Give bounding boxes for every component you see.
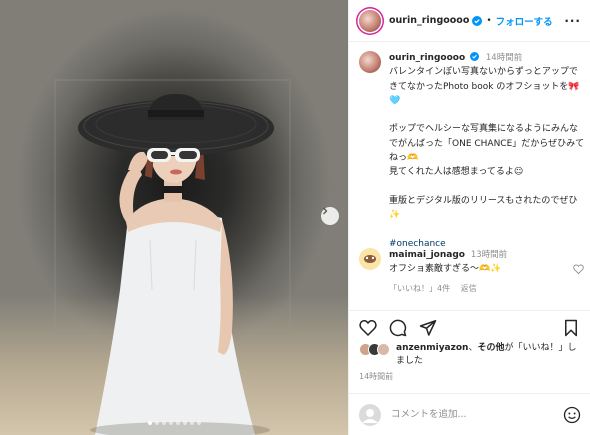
liker-avatar bbox=[377, 343, 390, 356]
comments-scroll-area[interactable]: ourin_ringoooo 14時間前 バレンタインぽい写真ないからずっとアッ… bbox=[349, 43, 590, 305]
liker-username[interactable]: anzenmiyazon bbox=[396, 343, 468, 353]
slide-indicator bbox=[0, 421, 348, 425]
follow-button[interactable]: フォローする bbox=[496, 14, 553, 28]
slide-dot bbox=[168, 421, 173, 425]
post-side-panel: ourin_ringoooo • フォローする ··· ourin_ringoo… bbox=[348, 0, 590, 435]
slide-dot bbox=[189, 421, 194, 425]
verified-badge-icon bbox=[470, 52, 480, 61]
bird-logo-icon bbox=[364, 255, 376, 263]
comment-input[interactable] bbox=[391, 409, 541, 420]
heart-icon[interactable] bbox=[359, 319, 377, 336]
reply-button[interactable]: 返信 bbox=[461, 284, 477, 293]
current-user-avatar bbox=[359, 403, 381, 426]
likes-others-link[interactable]: その他 bbox=[477, 343, 504, 353]
comment-time: 13時間前 bbox=[470, 250, 508, 260]
slide-dot bbox=[154, 421, 159, 425]
caption-time: 14時間前 bbox=[485, 53, 523, 63]
commenter-avatar[interactable] bbox=[359, 248, 381, 270]
share-icon[interactable] bbox=[419, 319, 437, 336]
commenter-username[interactable]: maimai_jonago bbox=[389, 250, 465, 260]
emoji-icon[interactable] bbox=[563, 406, 581, 424]
post-header: ourin_ringoooo • フォローする ··· bbox=[349, 0, 590, 42]
slide-dot bbox=[161, 421, 166, 425]
slide-dot bbox=[182, 421, 187, 425]
photo-illustration bbox=[54, 79, 291, 435]
comment-icon[interactable] bbox=[389, 319, 407, 337]
choker bbox=[162, 186, 184, 193]
add-comment-bar bbox=[349, 393, 590, 435]
likes-summary[interactable]: anzenmiyazon、その他が「いいね！」しました bbox=[359, 342, 584, 368]
next-slide-button[interactable] bbox=[321, 207, 339, 225]
caption-username[interactable]: ourin_ringoooo bbox=[389, 53, 465, 63]
next-arrow-icon bbox=[323, 207, 328, 215]
more-options-button[interactable]: ··· bbox=[564, 14, 581, 28]
comment-like-heart-icon[interactable] bbox=[573, 264, 584, 274]
slide-dot bbox=[196, 421, 201, 425]
header-separator: • bbox=[486, 15, 492, 26]
header-username[interactable]: ourin_ringoooo bbox=[389, 15, 469, 26]
caption-text: バレンタインぽい写真ないからずっとアップできてなかったPhoto book のオ… bbox=[389, 67, 585, 221]
comment-like-count[interactable]: 「いいね！」4件 bbox=[389, 284, 450, 293]
author-avatar[interactable] bbox=[359, 9, 381, 32]
verified-badge-icon bbox=[472, 15, 483, 26]
default-avatar-icon bbox=[362, 408, 378, 423]
caption-avatar[interactable] bbox=[359, 51, 381, 73]
comment-text: オフショ素敵すぎる〜🫶✨ bbox=[389, 264, 502, 274]
liker-avatars bbox=[359, 343, 390, 368]
post-timestamp[interactable]: 14時間前 bbox=[359, 371, 393, 382]
slide-dot bbox=[175, 421, 180, 425]
post-photo[interactable] bbox=[0, 0, 348, 435]
bookmark-icon[interactable] bbox=[563, 319, 579, 337]
slide-dot bbox=[147, 421, 152, 425]
action-bar bbox=[349, 310, 590, 338]
